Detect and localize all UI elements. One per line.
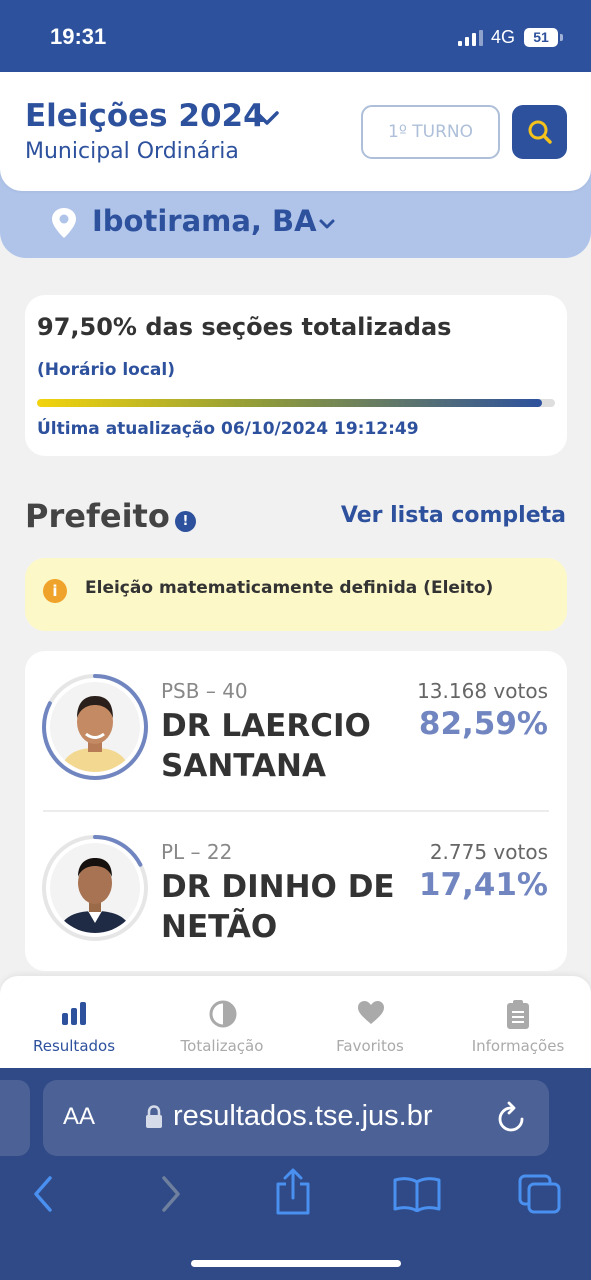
browser-toolbar: AA resultados.tse.jus.br [0, 1068, 591, 1280]
status-bar: 19:31 4G 51 [0, 0, 591, 72]
tabs-icon[interactable] [518, 1174, 562, 1214]
status-time: 19:31 [50, 24, 107, 49]
text-size-button[interactable]: AA [63, 1103, 95, 1131]
forward-icon[interactable] [160, 1176, 182, 1212]
candidate-row[interactable]: PSB – 40 DR LAERCIO SANTANA 13.168 votos… [25, 651, 567, 811]
tab-label: Favoritos [336, 1037, 404, 1055]
sections-totalized: 97,50% das seções totalizadas [37, 313, 452, 341]
candidate-party: PSB – 40 [161, 679, 248, 703]
election-title[interactable]: Eleições 2024 [25, 98, 265, 134]
info-icon[interactable]: ! [175, 511, 196, 532]
candidate-name: DR DINHO DE NETÃO [161, 869, 395, 945]
clipboard-icon [507, 1000, 529, 1029]
tab-favoritos[interactable]: Favoritos [296, 976, 444, 1068]
search-icon [528, 120, 552, 144]
candidate-photo [50, 843, 140, 933]
pie-icon [209, 1000, 237, 1028]
tab-label: Totalização [180, 1037, 264, 1055]
candidates-card: PSB – 40 DR LAERCIO SANTANA 13.168 votos… [25, 651, 567, 971]
reload-icon[interactable] [495, 1100, 527, 1134]
progress-bar [37, 399, 555, 407]
home-indicator[interactable] [191, 1260, 401, 1267]
tab-totalizacao[interactable]: Totalização [148, 976, 296, 1068]
heart-icon [358, 1001, 384, 1024]
bar-chart-icon [62, 1002, 86, 1025]
candidate-votes: 13.168 votos [417, 679, 548, 703]
candidate-percent: 82,59% [418, 706, 548, 742]
header: Eleições 2024 Municipal Ordinária 1º TUR… [0, 72, 591, 191]
progress-card: 97,50% das seções totalizadas (Horário l… [25, 295, 567, 456]
tab-label: Informações [471, 1037, 565, 1055]
last-update: Última atualização 06/10/2024 19:12:49 [37, 419, 419, 439]
alert-text: Eleição matematicamente definida (Eleito… [85, 578, 494, 598]
url-text: resultados.tse.jus.br [173, 1100, 433, 1132]
chevron-down-icon [319, 219, 335, 229]
lock-icon [146, 1105, 162, 1128]
share-icon[interactable] [274, 1168, 312, 1216]
candidate-avatar [41, 834, 149, 942]
tab-label: Resultados [32, 1037, 116, 1055]
tab-informacoes[interactable]: Informações [444, 976, 591, 1068]
bookmarks-icon[interactable] [393, 1176, 441, 1212]
address-bar[interactable]: AA resultados.tse.jus.br [43, 1080, 549, 1156]
candidate-avatar [41, 673, 149, 781]
election-subtitle: Municipal Ordinária [25, 139, 239, 164]
section-title: Prefeito [25, 497, 170, 535]
candidate-party: PL – 22 [161, 840, 233, 864]
candidate-row[interactable]: PL – 22 DR DINHO DE NETÃO 2.775 votos 17… [25, 812, 567, 972]
candidate-name: DR LAERCIO SANTANA [161, 708, 371, 784]
battery-tip [560, 34, 563, 41]
location-name: Ibotirama, BA [92, 204, 317, 238]
signal-icon [458, 30, 483, 46]
battery-icon: 51 [524, 28, 558, 47]
elected-alert: i Eleição matematicamente definida (Elei… [25, 558, 567, 631]
previous-tab-peek[interactable] [0, 1080, 30, 1156]
search-button[interactable] [512, 105, 567, 159]
timezone-label: (Horário local) [37, 360, 175, 380]
progress-bar-fill [37, 399, 543, 407]
info-icon: i [43, 579, 67, 603]
bottom-tab-bar: Resultados Totalização Favoritos Informa… [0, 976, 591, 1068]
turno-button[interactable]: 1º TURNO [361, 105, 500, 159]
candidate-photo [50, 682, 140, 772]
chevron-down-icon[interactable] [254, 110, 280, 126]
candidate-votes: 2.775 votos [429, 840, 548, 864]
location-pin-icon [52, 208, 76, 238]
see-full-list-link[interactable]: Ver lista completa [341, 503, 566, 528]
back-icon[interactable] [32, 1176, 54, 1212]
tab-resultados[interactable]: Resultados [0, 976, 148, 1068]
candidate-percent: 17,41% [418, 867, 548, 903]
network-type: 4G [491, 27, 516, 47]
